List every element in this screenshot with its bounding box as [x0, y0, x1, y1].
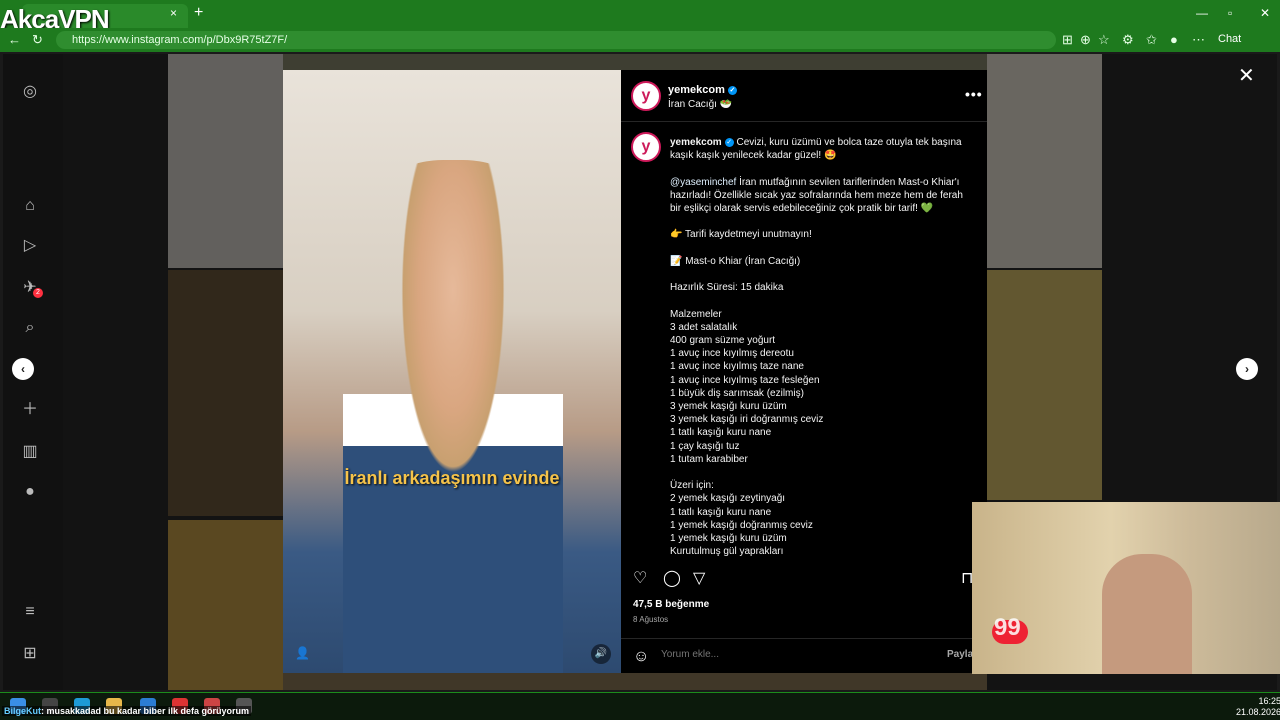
dashboard-icon[interactable]: ▥ — [18, 440, 42, 464]
tab-close-icon[interactable]: × — [170, 6, 177, 20]
notification-badge: 2 — [33, 288, 43, 298]
zoom-icon[interactable]: ⊕ — [1080, 32, 1091, 48]
next-post-button[interactable]: › — [1236, 358, 1258, 380]
chat-ticker: BilgeKut: musakkadad bu kadar biber ilk … — [2, 706, 252, 716]
home-icon[interactable]: ⌂ — [18, 194, 42, 218]
system-clock[interactable]: 16:25 21.08.2026 — [1236, 696, 1280, 718]
copilot-chat-button[interactable]: Chat — [1218, 33, 1241, 45]
post-detail-panel: y yemekcom ✓ İran Cacığı 🥗 ••• y yemekcom… — [621, 70, 987, 673]
create-icon[interactable]: ＋ — [18, 398, 42, 422]
like-count[interactable]: 47,5 B beğenme — [633, 599, 709, 610]
webcam-person — [1102, 554, 1192, 674]
app-icon[interactable]: ⊞ — [1062, 32, 1073, 48]
share-icon[interactable]: ▽ — [693, 568, 705, 588]
emoji-icon[interactable]: ☺ — [633, 648, 649, 666]
video-frame-person — [343, 160, 563, 673]
verified-icon: ✓ — [727, 86, 737, 95]
menu-icon[interactable]: ≡ — [18, 600, 42, 624]
search-icon[interactable]: ⌕ — [18, 316, 42, 340]
browser-menu-icon[interactable]: ⋯ — [1192, 32, 1205, 48]
heart-rate-value: 99 — [994, 614, 1021, 641]
reload-icon[interactable]: ↻ — [32, 32, 43, 48]
back-icon[interactable]: ← — [8, 32, 21, 47]
favorites-icon[interactable]: ✩ — [1146, 32, 1157, 48]
more-options-icon[interactable]: ••• — [965, 86, 983, 102]
instagram-icon[interactable]: ◎ — [18, 80, 42, 104]
webcam-overlay: 99 — [972, 502, 1280, 674]
ticker-message: : musakkadad bu kadar biber ilk defa gör… — [41, 706, 250, 716]
comment-input[interactable] — [661, 649, 931, 660]
post-username[interactable]: yemekcom ✓ — [668, 84, 737, 96]
like-icon[interactable]: ♡ — [633, 568, 647, 588]
maximize-button[interactable]: ▫ — [1228, 6, 1232, 20]
profile-icon[interactable]: ● — [18, 480, 42, 504]
caption-username[interactable]: yemekcom — [670, 137, 722, 148]
post-comment-button[interactable]: Payla — [947, 649, 973, 660]
profile-avatar-icon[interactable]: ● — [1170, 32, 1178, 47]
clock-time: 16:25 — [1258, 696, 1280, 706]
clock-date: 21.08.2026 — [1236, 707, 1280, 717]
browser-tab-bar — [0, 0, 1280, 28]
comment-bar: ☺ Payla — [621, 638, 987, 673]
caption-body: İran mutfağının sevilen tariflerinden Ma… — [670, 176, 963, 558]
comment-icon[interactable]: ◯ — [663, 568, 681, 588]
post-video[interactable]: İranlı arkadaşımın evinde 👤 🔊 — [283, 70, 621, 673]
post-date: 8 Ağustos — [633, 615, 669, 624]
mute-icon[interactable]: 🔊 — [591, 644, 611, 664]
url-field[interactable]: https://www.instagram.com/p/Dbx9R75tZ7F/ — [56, 31, 1056, 49]
avatar[interactable]: y — [631, 81, 661, 111]
favorite-star-icon[interactable]: ☆ — [1098, 32, 1110, 48]
post-caption: yemekcom ✓ Cevizi, kuru üzümü ve bolca ta… — [670, 136, 970, 559]
verified-icon: ✓ — [724, 138, 734, 147]
ticker-username: BilgeKut — [4, 706, 41, 716]
mention-link[interactable]: @yaseminchef — [670, 177, 736, 188]
close-modal-button[interactable]: ✕ — [1238, 63, 1255, 88]
post-location[interactable]: İran Cacığı 🥗 — [668, 99, 732, 110]
post-actions: ♡ ◯ ▽ ⊓ — [633, 568, 977, 588]
post-header: y yemekcom ✓ İran Cacığı 🥗 ••• — [621, 70, 987, 122]
video-caption: İranlı arkadaşımın evinde — [344, 468, 560, 488]
caption-avatar[interactable]: y — [631, 132, 661, 162]
apps-icon[interactable]: ⊞ — [18, 642, 42, 666]
minimize-button[interactable]: — — [1196, 6, 1208, 20]
extension-icon[interactable]: ⚙ — [1122, 32, 1134, 48]
user-tag-icon[interactable]: 👤 — [295, 646, 310, 660]
reels-icon[interactable]: ▷ — [18, 234, 42, 258]
prev-post-button[interactable]: ‹ — [12, 358, 34, 380]
close-window-button[interactable]: ✕ — [1260, 6, 1270, 20]
new-tab-button[interactable]: + — [194, 4, 203, 22]
